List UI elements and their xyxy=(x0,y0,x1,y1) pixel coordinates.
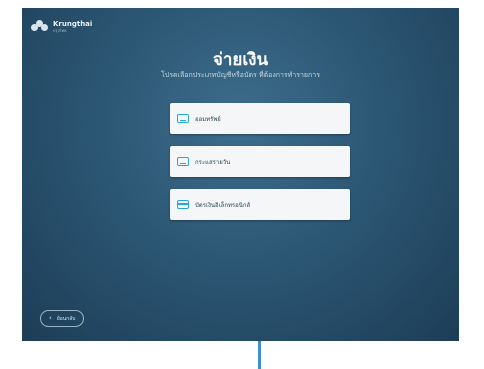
page-subtitle: โปรดเลือกประเภทบัญชีหรือบัตร ที่ต้องการท… xyxy=(161,71,320,79)
back-button[interactable]: ‹ ย้อนกลับ xyxy=(40,310,85,327)
option-savings-button[interactable]: ออมทรัพย์ xyxy=(170,103,350,134)
page-title: จ่ายเงิน xyxy=(212,50,269,70)
account-icon xyxy=(177,157,189,166)
option-label: กระแสรายวัน xyxy=(195,158,231,166)
option-label: บัตรเงินอิเล็กทรอนิกส์ xyxy=(195,201,251,209)
brand-name: Krungthai xyxy=(53,20,93,28)
option-e-money-card-button[interactable]: บัตรเงินอิเล็กทรอนิกส์ xyxy=(170,189,350,220)
chevron-left-icon: ‹ xyxy=(49,314,52,322)
option-label: ออมทรัพย์ xyxy=(195,115,221,123)
back-label: ย้อนกลับ xyxy=(56,315,76,322)
account-icon xyxy=(177,114,189,123)
option-current-button[interactable]: กระแสรายวัน xyxy=(170,146,350,177)
brand-logo: Krungthai กรุงไทย xyxy=(31,20,92,34)
brand-subname: กรุงไทย xyxy=(53,28,67,33)
bird-logo-icon xyxy=(31,20,49,34)
card-icon xyxy=(177,200,189,209)
connector-line xyxy=(258,341,261,369)
atm-screen: Krungthai กรุงไทย จ่ายเงิน โปรดเลือกประเ… xyxy=(22,8,459,341)
